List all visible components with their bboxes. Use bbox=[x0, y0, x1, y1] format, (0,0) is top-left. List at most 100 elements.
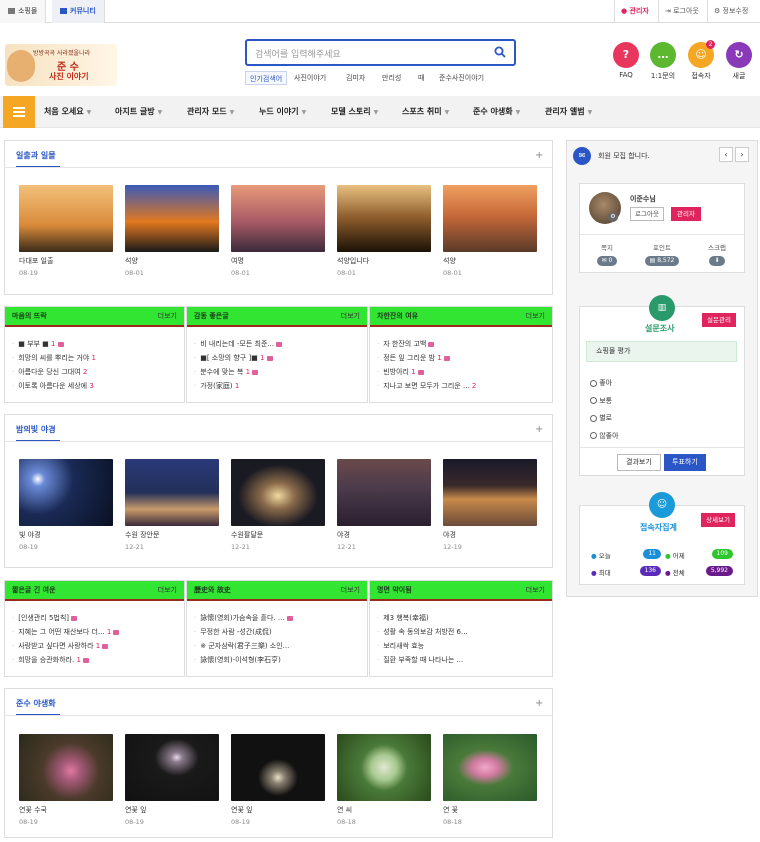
next-button[interactable]: › bbox=[735, 147, 749, 162]
chevron-down-icon: ▼ bbox=[587, 109, 593, 116]
list-item[interactable]: · 자 한잔의 고백 bbox=[377, 337, 545, 351]
gallery-item[interactable]: 수원 장안문 12-21 bbox=[125, 459, 219, 551]
notice-text[interactable]: 회원 모집 합니다. bbox=[598, 151, 650, 161]
poll-option[interactable]: 별로 bbox=[590, 410, 619, 428]
list-item[interactable]: · 빈방아리 1 bbox=[377, 365, 545, 379]
list-item[interactable]: · 제3 행복(幸福) bbox=[377, 611, 545, 625]
popular-keyword[interactable]: 만리성 bbox=[382, 71, 401, 85]
gallery-item[interactable]: 석양 08-01 bbox=[125, 185, 219, 277]
site-logo[interactable]: 방방곡곡 사라졌을나라 준 수 사진 이야기 bbox=[5, 44, 117, 86]
nav-item[interactable]: 모델 스토리 ▼ bbox=[331, 96, 378, 128]
stat-scrap[interactable]: 스크랩 ⬇ bbox=[695, 242, 739, 266]
admin-button[interactable]: 관리자 bbox=[671, 207, 701, 221]
board-title[interactable]: 마음의 뜨락 bbox=[12, 312, 47, 320]
stat-message[interactable]: 쪽지 ✉ 0 bbox=[585, 242, 629, 266]
list-item[interactable]: · 가정(家庭) 1 bbox=[194, 379, 360, 393]
gallery-item[interactable]: 다대포 일출 08-19 bbox=[19, 185, 113, 277]
gear-icon[interactable]: ⚙ bbox=[608, 212, 618, 222]
list-item[interactable]: · 질환 부족할 때 나타나는 ... bbox=[377, 653, 545, 667]
plus-icon[interactable]: + bbox=[535, 698, 543, 709]
popular-keyword[interactable]: 준수사진이야기 bbox=[439, 71, 484, 85]
list-item[interactable]: · 지나고 보면 모두가 그리운 ... 2 bbox=[377, 379, 545, 393]
board-title[interactable]: 짧은글 긴 여운 bbox=[12, 586, 56, 594]
search-icon[interactable] bbox=[494, 46, 506, 58]
logout-button[interactable]: 로그아웃 bbox=[630, 207, 664, 221]
gallery-item[interactable]: 수원팔달문 12-21 bbox=[231, 459, 325, 551]
list-item[interactable]: · 詠懷(영회)-이석형(李石亨) bbox=[194, 653, 360, 667]
inquiry-button[interactable]: … bbox=[650, 42, 676, 68]
list-item[interactable]: · 분수에 맞는 복 1 bbox=[194, 365, 360, 379]
faq-button[interactable]: ? bbox=[613, 42, 639, 68]
list-item[interactable]: · 희망의 씨를 뿌리는 거야 1 bbox=[12, 351, 177, 365]
poll-option[interactable]: 보통 bbox=[590, 393, 619, 411]
list-item[interactable]: · ■ 부부 ■ 1 bbox=[12, 337, 177, 351]
list-item[interactable]: · 사랑받고 싶다면 사랑하라 1 bbox=[12, 639, 177, 653]
plus-icon[interactable]: + bbox=[535, 150, 543, 161]
plus-icon[interactable]: + bbox=[535, 424, 543, 435]
nav-item[interactable]: 스포츠 취미 ▼ bbox=[402, 96, 449, 128]
menu-button[interactable] bbox=[3, 96, 35, 128]
board-title[interactable]: 명면 약이됨 bbox=[377, 586, 412, 594]
more-link[interactable]: 더보기 bbox=[526, 581, 545, 599]
section-title[interactable]: 밤의빛 야경 bbox=[16, 424, 56, 435]
list-item[interactable]: · 비 내리는데 -모든 최준... bbox=[194, 337, 360, 351]
nav-item[interactable]: 누드 이야기 ▼ bbox=[259, 96, 306, 128]
gallery-item[interactable]: 연꽃 잎 08-19 bbox=[125, 734, 219, 826]
admin-link[interactable]: ● 관리자 bbox=[614, 0, 655, 23]
popular-keyword[interactable]: 때 bbox=[418, 71, 424, 85]
nav-item[interactable]: 처음 오세요 ▼ bbox=[44, 96, 91, 128]
list-item[interactable]: · 희망을 승관화하라. 1 bbox=[12, 653, 177, 667]
gallery-item[interactable]: 연 꽃 08-18 bbox=[443, 734, 537, 826]
more-link[interactable]: 더보기 bbox=[158, 581, 177, 599]
gallery-item[interactable]: 여명 08-01 bbox=[231, 185, 325, 277]
list-item[interactable]: · 정든 잎 그리운 밤 1 bbox=[377, 351, 545, 365]
edit-profile-link[interactable]: ⚙ 정보수정 bbox=[707, 0, 754, 23]
list-item[interactable]: · [인생관리 5법칙] bbox=[12, 611, 177, 625]
popular-keyword[interactable]: 사진이야기 bbox=[294, 71, 326, 85]
more-link[interactable]: 더보기 bbox=[158, 307, 177, 325]
logout-link[interactable]: ⇥ 로그아웃 bbox=[658, 0, 705, 23]
list-item[interactable]: · 지혜는 그 어떤 재산보다 더... 1 bbox=[12, 625, 177, 639]
section-title[interactable]: 준수 야생화 bbox=[16, 698, 56, 709]
gallery-item[interactable]: 야경 12-19 bbox=[443, 459, 537, 551]
board-title[interactable]: 감동 좋은글 bbox=[194, 312, 229, 320]
list-item[interactable]: · 성활 속 동의보감 처방전 6... bbox=[377, 625, 545, 639]
more-link[interactable]: 더보기 bbox=[526, 307, 545, 325]
visitor-detail-button[interactable]: 상세보기 bbox=[701, 513, 735, 527]
gallery-item[interactable]: 연 씨 08-18 bbox=[337, 734, 431, 826]
board-title[interactable]: 차한잔의 여유 bbox=[377, 312, 418, 320]
nav-item[interactable]: 관리자 앨범 ▼ bbox=[545, 96, 592, 128]
section-title[interactable]: 일출과 일몰 bbox=[16, 150, 56, 161]
stat-point[interactable]: 포인트 ▤ 8,572 bbox=[636, 242, 688, 266]
gallery-item[interactable]: 연꽃 잎 08-19 bbox=[231, 734, 325, 826]
list-item[interactable]: · 이토록 아름다운 세상에 3 bbox=[12, 379, 177, 393]
search-input[interactable]: 검색어를 입력해주세요 bbox=[245, 39, 516, 66]
list-item[interactable]: · ■[ 소망의 향구 ]■ 1 bbox=[194, 351, 360, 365]
new-posts-button[interactable]: ↻ bbox=[726, 42, 752, 68]
gallery-item[interactable]: 석양입니다 08-01 bbox=[337, 185, 431, 277]
poll-option[interactable]: 좋아 bbox=[590, 375, 619, 393]
list-item[interactable]: · ※ 군자삼락(君子三樂) 소인... bbox=[194, 639, 360, 653]
list-item[interactable]: · 보리새싹 효능 bbox=[377, 639, 545, 653]
nav-item[interactable]: 관리자 모드 ▼ bbox=[187, 96, 234, 128]
board-title[interactable]: 歷史와 故史 bbox=[194, 586, 231, 594]
poll-vote-button[interactable]: 투표하기 bbox=[664, 454, 706, 471]
more-link[interactable]: 더보기 bbox=[341, 307, 360, 325]
tab-shoppingmall[interactable]: 소핑몰 bbox=[0, 0, 47, 23]
list-item[interactable]: · 무정한 사람 -성간(成侃) bbox=[194, 625, 360, 639]
nav-item[interactable]: 준수 야생화 ▼ bbox=[473, 96, 520, 128]
nav-item[interactable]: 아지트 글방 ▼ bbox=[115, 96, 162, 128]
prev-button[interactable]: ‹ bbox=[719, 147, 733, 162]
gallery-item[interactable]: 야경 12-21 bbox=[337, 459, 431, 551]
gallery-item[interactable]: 빛 야경 08-19 bbox=[19, 459, 113, 551]
gallery-item[interactable]: 석양 08-01 bbox=[443, 185, 537, 277]
list-item[interactable]: · 아름다운 당신 그대여 2 bbox=[12, 365, 177, 379]
gallery-item[interactable]: 연꽃 수국 08-19 bbox=[19, 734, 113, 826]
more-link[interactable]: 더보기 bbox=[341, 581, 360, 599]
list-item[interactable]: · 詠懷(영회)가슴속을 흩다. ... bbox=[194, 611, 360, 625]
poll-admin-button[interactable]: 설문관리 bbox=[702, 313, 736, 327]
poll-option[interactable]: 않좋아 bbox=[590, 428, 619, 446]
poll-result-button[interactable]: 결과보기 bbox=[617, 454, 661, 471]
tab-community[interactable]: 커뮤니티 bbox=[52, 0, 105, 23]
popular-keyword[interactable]: 김미자 bbox=[346, 71, 365, 85]
